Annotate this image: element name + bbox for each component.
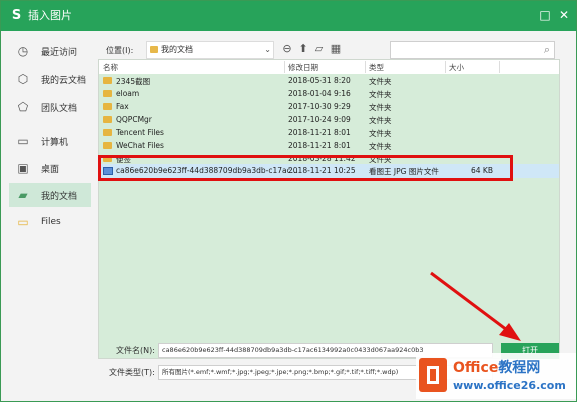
cube-icon: ⬡ <box>17 72 29 86</box>
sidebar-item-label: 我的文档 <box>41 191 78 202</box>
title-bar: S 插入图片 □ ✕ <box>1 1 576 31</box>
new-folder-icon[interactable]: ▱ <box>312 42 326 56</box>
office-logo-icon <box>419 358 447 392</box>
highlight-box <box>98 155 513 181</box>
sidebar-item-label: Files <box>41 217 61 227</box>
file-modified: 2018-05-31 8:20 <box>288 76 351 85</box>
file-name: eloam <box>116 89 140 98</box>
filetype-label: 文件类型(T): <box>109 368 155 377</box>
folder-icon <box>103 116 112 123</box>
insert-picture-dialog: S 插入图片 □ ✕ ◷ 最近访问 ⬡ 我的云文档 ⬠ 团队文档 ▭ 计算机 ▣… <box>0 0 577 402</box>
file-type: 文件夹 <box>369 142 392 151</box>
sidebar-item-label: 我的云文档 <box>41 75 87 86</box>
watermark-url: www.office26.com <box>453 379 566 392</box>
search-input[interactable]: ⌕ <box>390 41 555 59</box>
team-icon: ⬠ <box>17 100 29 114</box>
filename-label: 文件名(N): <box>116 346 155 355</box>
location-label: 位置(I): <box>106 45 134 55</box>
monitor-icon: ▭ <box>17 134 29 148</box>
view-menu-icon[interactable]: ▦ <box>329 42 343 56</box>
list-item[interactable]: Fax 2017-10-30 9:29 文件夹 <box>99 101 559 113</box>
folder-icon <box>103 103 112 110</box>
file-name: Fax <box>116 102 129 111</box>
file-modified: 2018-11-21 8:01 <box>288 128 351 137</box>
chevron-down-icon: ⌄ <box>264 45 271 54</box>
sidebar-item-computer[interactable]: ▭ 计算机 <box>9 129 91 153</box>
desktop-icon: ▣ <box>17 161 29 175</box>
dialog-title: 插入图片 <box>28 9 72 22</box>
sidebar-item-label: 团队文档 <box>41 103 78 114</box>
file-list-header: 名称 修改日期 类型 大小 <box>99 60 559 74</box>
folder-icon <box>103 90 112 97</box>
wps-logo-icon: S <box>11 8 22 23</box>
file-modified: 2017-10-30 9:29 <box>288 102 351 111</box>
sidebar-item-desktop[interactable]: ▣ 桌面 <box>9 156 91 180</box>
column-type[interactable]: 类型 <box>369 62 384 73</box>
list-item[interactable]: Tencent Files 2018-11-21 8:01 文件夹 <box>99 127 559 139</box>
file-type: 文件夹 <box>369 116 392 125</box>
search-icon: ⌕ <box>543 43 550 56</box>
close-button[interactable]: ✕ <box>556 7 572 23</box>
file-type: 文件夹 <box>369 129 392 138</box>
sidebar-item-cloud-docs[interactable]: ⬡ 我的云文档 <box>9 67 91 91</box>
sidebar-item-label: 最近访问 <box>41 47 78 58</box>
file-name: WeChat Files <box>116 141 164 150</box>
clock-icon: ◷ <box>17 44 29 58</box>
sidebar: ◷ 最近访问 ⬡ 我的云文档 ⬠ 团队文档 ▭ 计算机 ▣ 桌面 ▰ 我的文档 … <box>1 31 96 366</box>
folder-icon <box>103 77 112 84</box>
sidebar-item-recent[interactable]: ◷ 最近访问 <box>9 39 91 63</box>
office26-watermark: Office教程网 www.office26.com <box>416 353 576 399</box>
file-modified: 2018-11-21 8:01 <box>288 141 351 150</box>
list-item[interactable]: QQPCMgr 2017-10-24 9:09 文件夹 <box>99 114 559 126</box>
sidebar-item-team-docs[interactable]: ⬠ 团队文档 <box>9 95 91 119</box>
sidebar-item-files[interactable]: ▭ Files <box>9 210 91 234</box>
back-icon[interactable]: ⊖ <box>280 42 294 56</box>
file-modified: 2018-01-04 9:16 <box>288 89 351 98</box>
location-select[interactable]: 我的文档 ⌄ <box>146 41 274 59</box>
file-name: QQPCMgr <box>116 115 152 124</box>
list-item[interactable]: 2345截图 2018-05-31 8:20 文件夹 <box>99 75 559 87</box>
file-type: 文件夹 <box>369 103 392 112</box>
file-modified: 2017-10-24 9:09 <box>288 115 351 124</box>
folder-icon: ▰ <box>18 188 28 202</box>
folder-icon <box>150 46 158 53</box>
red-arrow-annotation <box>430 271 521 341</box>
column-name[interactable]: 名称 <box>103 62 118 73</box>
folder-icon <box>103 129 112 136</box>
column-size[interactable]: 大小 <box>449 62 464 73</box>
list-item[interactable]: WeChat Files 2018-11-21 8:01 文件夹 <box>99 140 559 152</box>
file-name: Tencent Files <box>116 128 164 137</box>
file-type: 文件夹 <box>369 77 392 86</box>
sidebar-item-my-documents[interactable]: ▰ 我的文档 <box>9 183 91 207</box>
folder-icon: ▭ <box>17 215 29 229</box>
maximize-button[interactable]: □ <box>537 7 553 23</box>
file-type: 文件夹 <box>369 90 392 99</box>
location-value: 我的文档 <box>161 45 193 54</box>
file-name: 2345截图 <box>116 77 151 86</box>
folder-icon <box>103 142 112 149</box>
column-modified[interactable]: 修改日期 <box>288 62 318 73</box>
up-folder-icon[interactable]: ⬆ <box>296 42 310 56</box>
sidebar-item-label: 计算机 <box>41 137 69 148</box>
list-item[interactable]: eloam 2018-01-04 9:16 文件夹 <box>99 88 559 100</box>
watermark-title: Office教程网 <box>453 360 541 376</box>
sidebar-item-label: 桌面 <box>41 164 60 175</box>
